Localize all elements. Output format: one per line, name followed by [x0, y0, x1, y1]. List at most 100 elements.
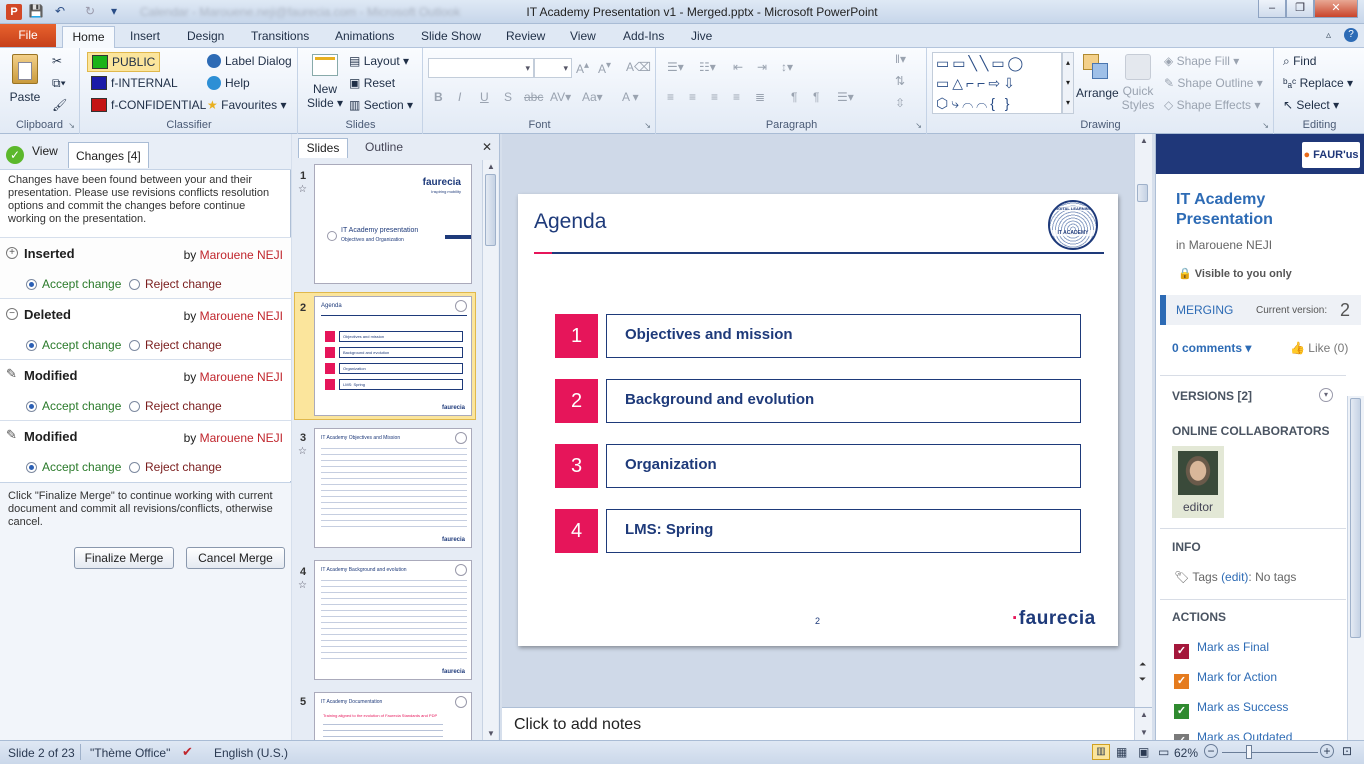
align-right-icon[interactable]: ≡	[711, 90, 718, 104]
comments-link[interactable]: 0 comments ▾	[1172, 341, 1251, 355]
columns-icon[interactable]: ‖▾	[895, 52, 906, 66]
cut-icon[interactable]: ✂	[52, 54, 62, 68]
mark-for-action-action[interactable]: ✓ Mark for Action	[1174, 670, 1277, 689]
rtl-icon[interactable]: ¶	[813, 90, 819, 104]
replace-button[interactable]: ᵇₐᶜ Replace ▾	[1283, 76, 1353, 90]
notes-scrollbar[interactable]: ▲ ▼	[1134, 708, 1152, 741]
scroll-thumb[interactable]	[1137, 184, 1148, 202]
jive-doc-title[interactable]: IT Academy Presentation	[1176, 190, 1336, 230]
reject-change-radio[interactable]: Reject change	[129, 338, 222, 352]
faurus-logo[interactable]: ● FAUR'us	[1302, 142, 1360, 168]
arrange-button[interactable]: Arrange	[1076, 54, 1119, 100]
shapes-gallery-scroll[interactable]: ▴ ▾ ▾	[1062, 52, 1074, 114]
font-color-icon[interactable]: A ▾	[622, 90, 639, 104]
notes-pane[interactable]: Click to add notes ▲ ▼	[502, 707, 1152, 741]
new-slide-button[interactable]: New Slide ▾	[305, 54, 345, 110]
ltr-icon[interactable]: ¶	[791, 90, 797, 104]
close-pane-icon[interactable]: ✕	[482, 140, 492, 154]
agenda-item[interactable]: 2 Background and evolution	[555, 379, 1081, 423]
like-button[interactable]: 👍 Like (0)	[1290, 341, 1348, 355]
grow-font-icon[interactable]: A▴	[576, 60, 589, 76]
select-button[interactable]: ↖ Select ▾	[1283, 98, 1339, 112]
zoom-out-icon[interactable]: −	[1204, 744, 1218, 758]
ribbon-minimize-icon[interactable]: ▵	[1326, 30, 1331, 41]
change-case-icon[interactable]: Aa▾	[582, 90, 603, 104]
zoom-slider[interactable]	[1222, 752, 1318, 753]
paste-button[interactable]: Paste	[8, 54, 42, 108]
slide-thumbnail-selected[interactable]: Agenda Objectives and mission Background…	[314, 296, 472, 416]
underline-icon[interactable]: U	[480, 90, 489, 104]
slideshow-icon[interactable]: ▭	[1158, 745, 1169, 759]
find-button[interactable]: ⌕ Find	[1283, 54, 1316, 69]
tab-add-ins[interactable]: Add-Ins	[623, 29, 664, 43]
editor-scrollbar[interactable]: ▲ ⏶ ⏷	[1134, 134, 1152, 707]
slide-sorter-icon[interactable]: ▦	[1116, 745, 1127, 759]
italic-icon[interactable]: I	[458, 90, 461, 104]
classifier-confidential[interactable]: f-CONFIDENTIAL	[91, 98, 206, 112]
thumbnails-scrollbar[interactable]: ▲ ▼	[482, 160, 498, 740]
strikethrough-icon[interactable]: abc	[524, 90, 543, 104]
tab-insert[interactable]: Insert	[130, 29, 160, 43]
shape-outline-button[interactable]: ✎ Shape Outline ▾	[1164, 76, 1263, 90]
scroll-thumb[interactable]	[485, 174, 496, 246]
mark-outdated-action[interactable]: ✓Mark as Outdated	[1174, 730, 1292, 740]
current-slide[interactable]: Agenda DIGITAL LEARNING IT ACADEMY 1 Obj…	[518, 194, 1118, 646]
quick-styles-button[interactable]: Quick Styles	[1120, 54, 1156, 112]
shape-effects-button[interactable]: ◇ Shape Effects ▾	[1164, 98, 1260, 112]
decrease-indent-icon[interactable]: ⇤	[733, 60, 743, 74]
changes-tab[interactable]: Changes [4]	[68, 142, 149, 168]
tab-jive[interactable]: Jive	[691, 29, 712, 43]
shapes-gallery[interactable]: ▭▭╲╲▭◯ ▭△⌐⌐⇨⇩ ⬡⤷⌒⌒{ }	[932, 52, 1062, 114]
bold-icon[interactable]: B	[434, 90, 443, 104]
reset-button[interactable]: ▣ Reset	[349, 76, 395, 90]
versions-header[interactable]: VERSIONS [2]	[1172, 389, 1252, 403]
jive-scrollbar[interactable]	[1347, 396, 1364, 740]
format-painter-icon[interactable]: 🖌	[52, 98, 67, 112]
tab-view[interactable]: View	[570, 29, 596, 43]
accept-change-radio[interactable]: Accept change	[26, 460, 121, 474]
mark-success-action[interactable]: ✓ Mark as Success	[1174, 700, 1288, 719]
fit-to-window-icon[interactable]: ⊡	[1342, 744, 1352, 758]
expand-versions-icon[interactable]: ▾	[1319, 388, 1333, 402]
zoom-slider-handle[interactable]	[1246, 745, 1252, 759]
tab-review[interactable]: Review	[506, 29, 545, 43]
accept-change-radio[interactable]: Accept change	[26, 277, 121, 291]
zoom-in-icon[interactable]: +	[1320, 744, 1334, 758]
reject-change-radio[interactable]: Reject change	[129, 277, 222, 291]
justify-icon[interactable]: ≡	[733, 90, 740, 104]
normal-view-icon[interactable]: ▥	[1092, 744, 1110, 760]
shape-fill-button[interactable]: ◈ Shape Fill ▾	[1164, 54, 1239, 68]
distribute-icon[interactable]: ≣	[755, 90, 765, 104]
classifier-public[interactable]: PUBLIC	[87, 52, 161, 72]
agenda-item[interactable]: 4 LMS: Spring	[555, 509, 1081, 553]
agenda-item[interactable]: 3 Organization	[555, 444, 1081, 488]
scroll-thumb[interactable]	[1350, 398, 1361, 638]
minimize-button[interactable]: –	[1258, 0, 1286, 18]
line-spacing-icon[interactable]: ↕▾	[781, 60, 793, 74]
increase-indent-icon[interactable]: ⇥	[757, 60, 767, 74]
copy-icon[interactable]: ⧉▾	[52, 76, 66, 91]
accept-change-radio[interactable]: Accept change	[26, 338, 121, 352]
slide-thumbnail[interactable]: IT Academy Background and evolution faur…	[314, 560, 472, 680]
help-icon[interactable]: ?	[1344, 28, 1358, 42]
tab-outline[interactable]: Outline	[354, 140, 414, 154]
spacing-icon[interactable]: AV▾	[550, 90, 571, 104]
dialog-launcher-icon[interactable]: ↘	[68, 121, 75, 130]
slide-thumbnail[interactable]: IT Academy Documentation Training aligne…	[314, 692, 472, 740]
cancel-merge-button[interactable]: Cancel Merge	[186, 547, 285, 569]
dialog-launcher-icon[interactable]: ↘	[644, 121, 651, 130]
dialog-launcher-icon[interactable]: ↘	[1262, 121, 1269, 130]
tags-edit-link[interactable]: (edit)	[1221, 570, 1248, 584]
slide-title[interactable]: Agenda	[534, 210, 606, 234]
help-button[interactable]: Help	[207, 76, 250, 90]
font-size-select[interactable]: ▾	[534, 58, 572, 78]
view-tab[interactable]: ✓ View	[6, 144, 58, 164]
text-direction-icon[interactable]: ⇅	[895, 74, 905, 88]
language[interactable]: English (U.S.)	[214, 746, 288, 760]
align-text-icon[interactable]: ⇳	[895, 96, 905, 110]
layout-button[interactable]: ▤ Layout ▾	[349, 54, 409, 68]
tab-design[interactable]: Design	[187, 29, 224, 43]
reject-change-radio[interactable]: Reject change	[129, 399, 222, 413]
tab-file[interactable]: File	[0, 24, 56, 47]
finalize-merge-button[interactable]: Finalize Merge	[74, 547, 174, 569]
